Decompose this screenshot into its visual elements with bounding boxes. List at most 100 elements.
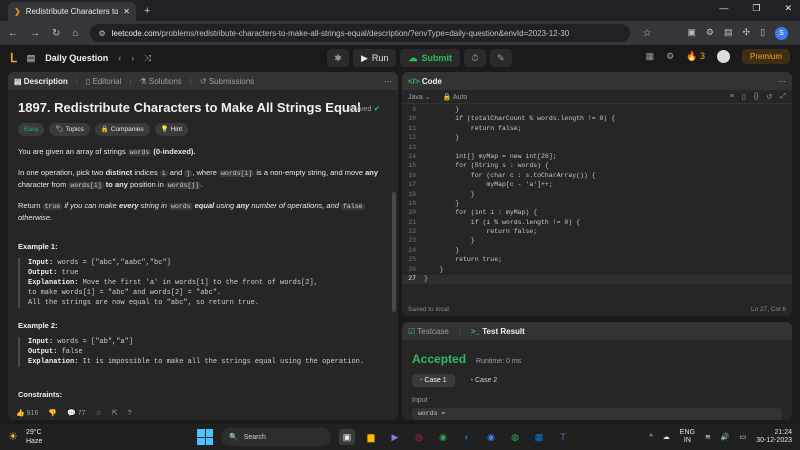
volume-icon[interactable]: 🔊 bbox=[721, 433, 730, 441]
code-line[interactable]: 17 myMap[c - 'a']++; bbox=[402, 181, 792, 190]
user-avatar[interactable] bbox=[716, 50, 730, 63]
hint-tag[interactable]: 💡 Hint bbox=[154, 123, 189, 136]
dislike-icon[interactable]: 👎 bbox=[48, 409, 57, 417]
extension-icon[interactable]: ▤ bbox=[724, 27, 733, 40]
chrome-icon[interactable]: ◉ bbox=[435, 429, 451, 445]
site-info-icon[interactable]: ⚙ bbox=[98, 29, 105, 38]
extension-icon[interactable]: ⚙ bbox=[706, 27, 714, 40]
premium-button[interactable]: Premium bbox=[741, 49, 790, 64]
share-icon[interactable]: ⇱ bbox=[112, 409, 118, 417]
taskbar-search[interactable]: 🔍 Search bbox=[221, 428, 331, 446]
braces-icon[interactable]: {} bbox=[754, 93, 759, 101]
help-icon[interactable]: ? bbox=[128, 410, 132, 417]
sidebar-icon[interactable]: ▯ bbox=[760, 27, 765, 40]
debug-icon[interactable]: ✱ bbox=[327, 49, 349, 67]
home-icon[interactable]: ⌂ bbox=[72, 28, 78, 39]
extension-icon[interactable]: ▣ bbox=[687, 27, 696, 40]
topics-tag[interactable]: 🏷 Topics bbox=[49, 123, 90, 136]
file-explorer-icon[interactable]: ▆ bbox=[363, 429, 379, 445]
chevron-up-icon[interactable]: ^ bbox=[650, 434, 653, 441]
code-editor[interactable]: 9 } 10 if (totalCharCount % words.length … bbox=[402, 104, 792, 285]
tab-description[interactable]: ▤ Description bbox=[14, 77, 68, 86]
case-1-tab[interactable]: • Case 1 bbox=[412, 374, 455, 387]
task-view-icon[interactable]: ▣ bbox=[339, 429, 355, 445]
code-line[interactable]: 26 } bbox=[402, 266, 792, 275]
more-icon[interactable]: ⋯ bbox=[778, 77, 786, 86]
profile-avatar[interactable]: S bbox=[775, 26, 789, 40]
tab-solutions[interactable]: ⚗ Solutions bbox=[139, 77, 181, 86]
fullscreen-icon[interactable]: ⤢ bbox=[780, 93, 786, 101]
minimize-icon[interactable]: — bbox=[719, 3, 728, 14]
tab-test-result[interactable]: >_ Test Result bbox=[471, 327, 525, 336]
back-icon[interactable]: ← bbox=[8, 28, 18, 39]
note-icon[interactable]: ✎ bbox=[489, 49, 512, 67]
instagram-icon[interactable]: ◎ bbox=[411, 429, 427, 445]
wifi-icon[interactable]: ≋ bbox=[705, 433, 711, 441]
streak-counter[interactable]: 🔥 3 bbox=[686, 51, 705, 62]
favorite-star-icon[interactable]: ☆ bbox=[96, 409, 102, 417]
run-button[interactable]: ▶ Run bbox=[353, 49, 397, 67]
more-icon[interactable]: ⋯ bbox=[384, 77, 392, 86]
language-select[interactable]: Java ⌄ bbox=[408, 93, 431, 101]
code-line[interactable]: 20 for (int i : myMap) { bbox=[402, 209, 792, 218]
code-line[interactable]: 21 if (i % words.length != 0) { bbox=[402, 219, 792, 228]
puzzle-icon[interactable]: ✣ bbox=[743, 27, 751, 40]
code-line[interactable]: 19 } bbox=[402, 200, 792, 209]
teams-icon[interactable]: ▶ bbox=[387, 429, 403, 445]
code-line[interactable]: 9 } bbox=[402, 106, 792, 115]
forward-icon[interactable]: → bbox=[30, 28, 40, 39]
description-scrollbar[interactable] bbox=[392, 192, 396, 312]
code-line[interactable]: 22 return false; bbox=[402, 228, 792, 237]
code-line[interactable]: 16 for (char c : s.toCharArray()) { bbox=[402, 172, 792, 181]
code-line[interactable]: 10 if (totalCharCount % words.length != … bbox=[402, 115, 792, 124]
code-line[interactable]: 23 } bbox=[402, 237, 792, 246]
code-line[interactable]: 15 for (String s : words) { bbox=[402, 162, 792, 171]
code-line[interactable]: 18 } bbox=[402, 191, 792, 200]
code-line[interactable]: 11 return false; bbox=[402, 125, 792, 134]
tab-submissions[interactable]: ↺ Submissions bbox=[200, 77, 254, 86]
language-indicator[interactable]: ENG IN bbox=[680, 429, 695, 445]
next-problem-icon[interactable]: › bbox=[131, 53, 134, 63]
case-2-tab[interactable]: • Case 2 bbox=[463, 374, 506, 387]
timer-icon[interactable]: ⏱ bbox=[463, 49, 486, 67]
reset-icon[interactable]: ↺ bbox=[767, 93, 773, 101]
code-line[interactable]: 13 bbox=[402, 144, 792, 153]
edge-icon[interactable]: ◐ bbox=[459, 429, 475, 445]
like-button[interactable]: 👍 916 bbox=[16, 409, 38, 417]
leetcode-logo-icon[interactable]: ᒪ bbox=[10, 51, 17, 65]
weather-widget[interactable]: 29°C Haze bbox=[26, 428, 42, 446]
problem-list-icon[interactable]: ▤ bbox=[27, 53, 36, 64]
teams-app-icon[interactable]: T bbox=[555, 429, 571, 445]
tab-close-icon[interactable]: ✕ bbox=[123, 7, 130, 16]
cloud-icon[interactable]: ☁ bbox=[663, 433, 670, 441]
companies-tag[interactable]: 🔒 Companies bbox=[94, 123, 150, 136]
clock[interactable]: 21:24 30-12-2023 bbox=[756, 429, 792, 445]
layout-icon[interactable]: ▦ bbox=[646, 51, 655, 62]
code-line[interactable]: 25 return true; bbox=[402, 256, 792, 265]
settings-icon[interactable]: ⚙ bbox=[666, 51, 674, 62]
format-icon[interactable]: ≡ bbox=[730, 93, 734, 101]
tab-editorial[interactable]: ▯ Editorial bbox=[86, 77, 122, 86]
code-tab[interactable]: </> Code bbox=[408, 77, 442, 86]
code-line[interactable]: 14 int[] myMap = new int[26]; bbox=[402, 153, 792, 162]
comments-button[interactable]: 💬 77 bbox=[67, 409, 85, 417]
reload-icon[interactable]: ↻ bbox=[52, 28, 60, 39]
url-input[interactable]: ⚙ leetcode.com/problems/redistribute-cha… bbox=[90, 24, 631, 42]
submit-button[interactable]: ☁ Submit bbox=[400, 49, 460, 67]
daily-question-link[interactable]: Daily Question bbox=[45, 53, 108, 63]
chrome-active-icon[interactable]: ◉ bbox=[483, 429, 499, 445]
start-windows-icon[interactable] bbox=[197, 429, 213, 445]
store-icon[interactable]: ▦ bbox=[531, 429, 547, 445]
bookmark-star-icon[interactable]: ☆ bbox=[642, 28, 651, 39]
auto-toggle[interactable]: 🔒 Auto bbox=[443, 93, 468, 101]
prev-problem-icon[interactable]: ‹ bbox=[118, 53, 121, 63]
maximize-icon[interactable]: ❐ bbox=[752, 3, 760, 14]
whatsapp-icon[interactable]: ◍ bbox=[507, 429, 523, 445]
battery-icon[interactable]: ▭ bbox=[740, 433, 747, 441]
code-line[interactable]: 24 } bbox=[402, 247, 792, 256]
code-line[interactable]: 27} bbox=[402, 275, 792, 285]
browser-tab[interactable]: ❯ Redistribute Characters to Ma ✕ bbox=[8, 2, 136, 21]
shuffle-icon[interactable]: ⤨ bbox=[144, 53, 151, 64]
bookmark-icon[interactable]: ▯ bbox=[742, 93, 746, 101]
code-line[interactable]: 12 } bbox=[402, 134, 792, 143]
